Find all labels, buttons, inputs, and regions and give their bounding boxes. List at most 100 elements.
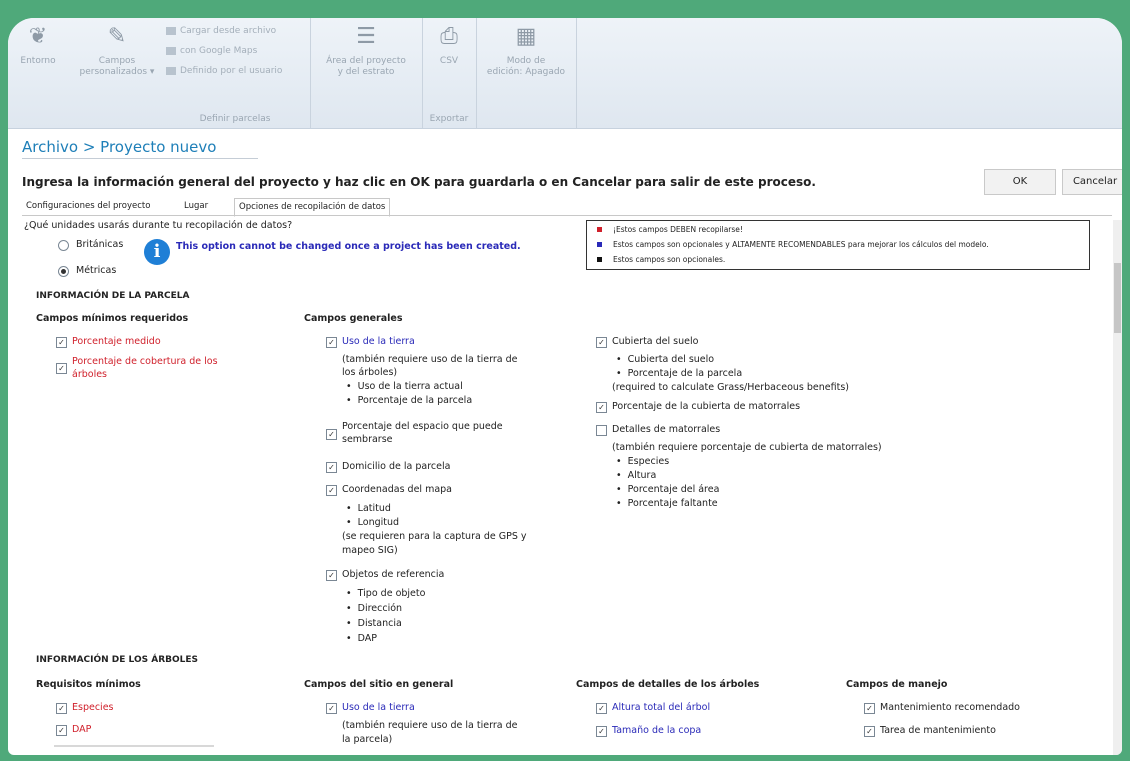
units-question-text: ¿Qué unidades usarás durante tu recopila… (24, 220, 293, 231)
cobertura-arboles-checkbox[interactable]: ✓ (56, 363, 67, 374)
tab-configuraciones[interactable]: Configuraciones del proyecto (22, 198, 154, 215)
uso-bullet-1: • Uso de la tierra actual (346, 381, 463, 392)
coordenadas-checkbox[interactable]: ✓ (326, 485, 337, 496)
longitud-text: Longitud (357, 517, 400, 528)
obj-bullet-1-text: Tipo de objeto (357, 588, 426, 599)
trees-section-heading: INFORMACIÓN DE LOS ÁRBOLES (36, 655, 199, 665)
uso-tierra-checkbox[interactable]: ✓ (326, 337, 337, 348)
obj-bullet-4-text: DAP (357, 633, 378, 644)
ok-button[interactable]: OK (984, 169, 1056, 195)
trees-uso-note-1: (también requiere uso de la tierra de (342, 720, 518, 731)
porcentaje-medido-checkbox[interactable]: ✓ (56, 337, 67, 348)
uso-note-2: los árboles) (342, 367, 398, 378)
det-bullet-3-text: Porcentaje del área (627, 484, 720, 495)
coord-note-2: mapeo SIG) (342, 545, 398, 556)
domicilio-checkbox[interactable]: ✓ (326, 462, 337, 473)
modo-label-2: edición: Apagado (486, 67, 566, 77)
det-bullet-1-text: Especies (627, 456, 670, 467)
exportar-label: Exportar (429, 114, 469, 124)
user-icon (166, 66, 176, 75)
britanicas-radio[interactable] (58, 240, 69, 251)
uso-note-1: (también requiere uso de la tierra de (342, 354, 518, 365)
trees-divider (54, 745, 214, 747)
tamano-copa-label: Tamaño de la copa (612, 725, 702, 736)
definido-usuario-button[interactable]: Definido por el usuario (166, 66, 282, 76)
area-group: ☰ Área del proyecto y del estrato (310, 18, 423, 128)
leaf-icon: ❦ (28, 24, 48, 49)
breadcrumb-divider (22, 158, 258, 159)
instruction-text: Ingresa la información general del proye… (22, 175, 816, 189)
legend-blue-square (597, 242, 602, 247)
tarea-checkbox[interactable]: ✓ (864, 726, 875, 737)
espacio-checkbox[interactable]: ✓ (326, 429, 337, 440)
ribbon-toolbar: ❦ Entorno ✎ Campos personalizados ▾ Carg… (8, 18, 1122, 129)
campos-label-2: personalizados ▾ (79, 67, 155, 77)
breadcrumb: Archivo > Proyecto nuevo (22, 138, 217, 156)
coordenadas-label: Coordenadas del mapa (342, 484, 452, 495)
cub-note: (required to calculate Grass/Herbaceous … (612, 382, 849, 393)
matorrales-pct-checkbox[interactable]: ✓ (596, 402, 607, 413)
cobertura-label-2: árboles (72, 369, 108, 380)
uso-bullet-2: • Porcentaje de la parcela (346, 395, 473, 406)
edit-table-icon: ▦ (515, 24, 537, 49)
cobertura-label-1: Porcentaje de cobertura de los (72, 356, 218, 367)
plot-min-heading: Campos mínimos requeridos (36, 313, 189, 324)
obj-bullet-2-text: Dirección (357, 603, 403, 614)
obj-bullet-3: • Distancia (346, 618, 402, 629)
google-maps-button[interactable]: con Google Maps (166, 46, 257, 56)
trees-uso-tierra-checkbox[interactable]: ✓ (326, 703, 337, 714)
tab-divider (22, 215, 1112, 216)
detalles-matorrales-label: Detalles de matorrales (612, 424, 721, 435)
trees-req-heading: Requisitos mínimos (36, 679, 141, 690)
scrollbar-thumb[interactable] (1114, 263, 1121, 333)
plot-section-heading: INFORMACIÓN DE LA PARCELA (36, 291, 190, 301)
det-bullet-2: • Altura (616, 470, 657, 481)
det-bullet-3: • Porcentaje del área (616, 484, 720, 495)
campos-personalizados-button[interactable]: ✎ Campos personalizados ▾ (74, 24, 160, 78)
britanicas-label: Británicas (76, 239, 124, 250)
mantenimiento-label: Mantenimiento recomendado (880, 702, 1020, 713)
metricas-radio[interactable] (58, 266, 69, 277)
matorrales-pct-label: Porcentaje de la cubierta de matorrales (612, 401, 801, 412)
modo-edicion-button[interactable]: ▦ Modo de edición: Apagado (480, 24, 572, 78)
entorno-button[interactable]: ❦ Entorno (8, 24, 68, 67)
objetos-label: Objetos de referencia (342, 569, 445, 580)
legend-required: ¡Estos campos DEBEN recopilarse! (613, 225, 743, 234)
trees-site-heading: Campos del sitio en general (304, 679, 454, 690)
area-label-1: Área del proyecto (326, 56, 406, 66)
latitud-bullet: • Latitud (346, 503, 391, 514)
definir-parcelas-group: Cargar desde archivo con Google Maps Def… (160, 18, 311, 128)
cub-bullet-1-text: Cubierta del suelo (627, 354, 715, 365)
espacio-label-2: sembrarse (342, 434, 393, 445)
altura-total-checkbox[interactable]: ✓ (596, 703, 607, 714)
campos-label-1: Campos (98, 56, 136, 66)
uso-bullet-1-text: Uso de la tierra actual (357, 381, 463, 392)
exportar-group: ⎙ CSV Exportar (422, 18, 477, 128)
tarea-label: Tarea de mantenimiento (880, 725, 996, 736)
legend-red-square (597, 227, 602, 232)
legend-recommended: Estos campos son opcionales y ALTAMENTE … (613, 240, 989, 249)
cubierta-checkbox[interactable]: ✓ (596, 337, 607, 348)
uso-bullet-2-text: Porcentaje de la parcela (357, 395, 473, 406)
tab-lugar[interactable]: Lugar (180, 198, 212, 215)
cargar-archivo-button[interactable]: Cargar desde archivo (166, 26, 276, 36)
dap-checkbox[interactable]: ✓ (56, 725, 67, 736)
area-proyecto-button[interactable]: ☰ Área del proyecto y del estrato (318, 24, 414, 78)
map-icon (166, 46, 176, 55)
units-notice: This option cannot be changed once a pro… (176, 241, 521, 252)
wrench-icon: ✎ (107, 24, 127, 49)
cargar-archivo-label: Cargar desde archivo (180, 26, 277, 36)
definido-usuario-label: Definido por el usuario (180, 66, 283, 76)
uso-tierra-label: Uso de la tierra (342, 336, 415, 347)
detalles-matorrales-checkbox[interactable] (596, 425, 607, 436)
especies-checkbox[interactable]: ✓ (56, 703, 67, 714)
cancel-button[interactable]: Cancelar (1062, 169, 1122, 195)
metricas-label: Métricas (76, 265, 117, 276)
mantenimiento-checkbox[interactable]: ✓ (864, 703, 875, 714)
layers-icon: ☰ (356, 24, 376, 49)
tamano-copa-checkbox[interactable]: ✓ (596, 726, 607, 737)
csv-button[interactable]: ⎙ CSV (428, 24, 470, 67)
cub-bullet-1: • Cubierta del suelo (616, 354, 715, 365)
objetos-checkbox[interactable]: ✓ (326, 570, 337, 581)
porcentaje-medido-label: Porcentaje medido (72, 336, 161, 347)
